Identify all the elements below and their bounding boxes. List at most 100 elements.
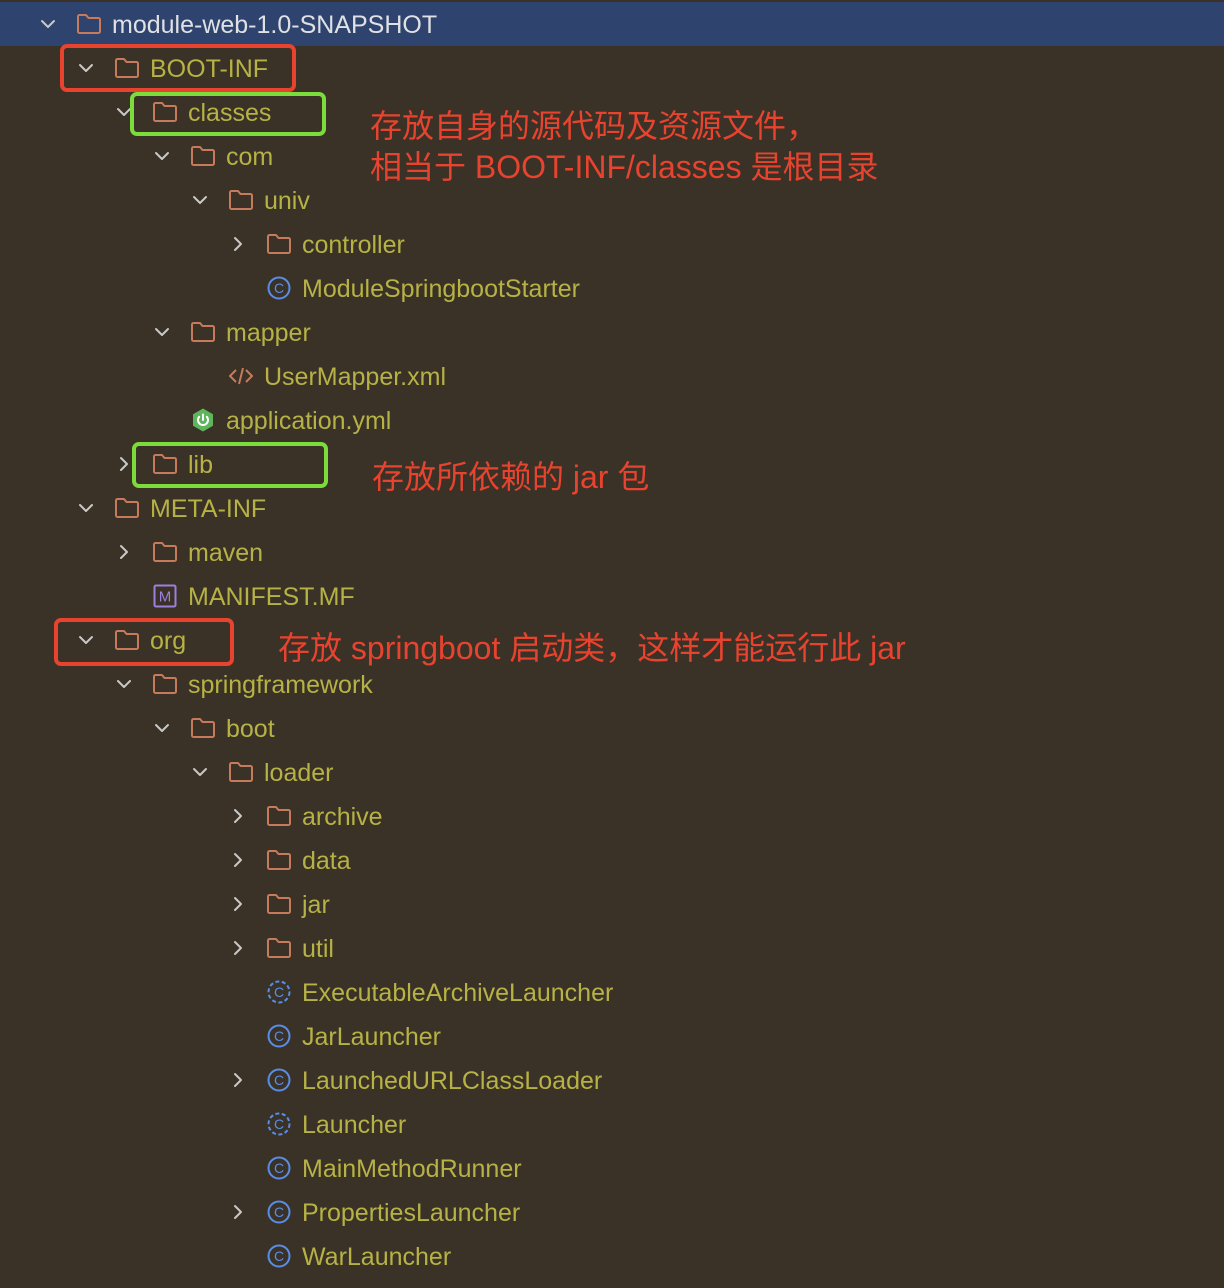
tree-row-executable-archive-launcher[interactable]: C ExecutableArchiveLauncher (0, 970, 1224, 1014)
class-icon: C (266, 276, 292, 300)
folder-icon (266, 936, 292, 960)
chevron-down-icon[interactable] (152, 322, 172, 342)
tree-row-util[interactable]: util (0, 926, 1224, 970)
tree-row-label: data (302, 847, 351, 875)
annotation-lib: 存放所依赖的 jar 包 (372, 459, 650, 495)
chevron-down-icon[interactable] (152, 718, 172, 738)
tree-row-label: mapper (226, 319, 311, 347)
chevron-right-icon[interactable] (228, 1202, 248, 1222)
tree-row-label: springframework (188, 671, 373, 699)
class-icon: C (266, 1200, 292, 1224)
tree-row-label: ModuleSpringbootStarter (302, 275, 580, 303)
chevron-down-icon[interactable] (190, 762, 210, 782)
highlight-box-org (54, 618, 234, 666)
tree-row-label: MANIFEST.MF (188, 583, 355, 611)
chevron-right-icon[interactable] (228, 234, 248, 254)
tree-row-main-method-runner[interactable]: C MainMethodRunner (0, 1146, 1224, 1190)
folder-icon (266, 232, 292, 256)
abstract-class-icon: C (266, 1112, 292, 1136)
folder-icon (228, 760, 254, 784)
abstract-class-icon: C (266, 980, 292, 1004)
tree-row-label: com (226, 143, 274, 171)
tree-row-jar-launcher[interactable]: C JarLauncher (0, 1014, 1224, 1058)
chevron-right-icon[interactable] (228, 850, 248, 870)
folder-icon (266, 892, 292, 916)
svg-text:C: C (274, 1160, 284, 1176)
chevron-right-icon[interactable] (114, 542, 134, 562)
annotation-classes-line1: 存放自身的源代码及资源文件， (370, 108, 819, 144)
svg-text:C: C (274, 1248, 284, 1264)
class-icon: C (266, 1068, 292, 1092)
class-icon: C (266, 1244, 292, 1268)
tree-row-mapper[interactable]: mapper (0, 310, 1224, 354)
tree-row-label: loader (264, 759, 334, 787)
tree-row-label: WarLauncher (302, 1243, 452, 1271)
tree-row-loader[interactable]: loader (0, 750, 1224, 794)
tree-row-manifest[interactable]: M MANIFEST.MF (0, 574, 1224, 618)
folder-icon (228, 188, 254, 212)
xml-icon (228, 364, 254, 388)
tree-row-label: jar (302, 891, 330, 919)
folder-icon (152, 540, 178, 564)
class-icon: C (266, 1024, 292, 1048)
tree-row-label: univ (264, 187, 310, 215)
chevron-right-icon[interactable] (228, 938, 248, 958)
svg-text:C: C (274, 1072, 284, 1088)
tree-row-label: module-web-1.0-SNAPSHOT (112, 11, 438, 39)
chevron-down-icon[interactable] (190, 190, 210, 210)
chevron-right-icon[interactable] (114, 454, 134, 474)
chevron-right-icon[interactable] (228, 1070, 248, 1090)
tree-row-label: Launcher (302, 1111, 407, 1139)
chevron-down-icon[interactable] (114, 674, 134, 694)
chevron-down-icon[interactable] (38, 14, 58, 34)
tree-row-label: META-INF (150, 495, 267, 523)
svg-text:C: C (274, 1028, 284, 1044)
tree-row-label: boot (226, 715, 275, 743)
tree-row-label: util (302, 935, 334, 963)
tree-row-label: JarLauncher (302, 1023, 441, 1051)
chevron-down-icon[interactable] (76, 498, 96, 518)
tree-row-label: controller (302, 231, 405, 259)
svg-text:C: C (274, 1116, 284, 1132)
tree-row-maven[interactable]: maven (0, 530, 1224, 574)
folder-icon (76, 12, 102, 36)
folder-icon (190, 144, 216, 168)
tree-row-root[interactable]: module-web-1.0-SNAPSHOT (0, 2, 1224, 46)
tree-row-jar[interactable]: jar (0, 882, 1224, 926)
tree-row-war-launcher[interactable]: C WarLauncher (0, 1234, 1224, 1278)
folder-icon (190, 320, 216, 344)
folder-icon (190, 716, 216, 740)
highlight-box-classes (130, 92, 326, 136)
folder-icon (266, 848, 292, 872)
tree-row-label: archive (302, 803, 383, 831)
tree-row-archive[interactable]: archive (0, 794, 1224, 838)
tree-row-application-yml[interactable]: application.yml (0, 398, 1224, 442)
tree-row-label: ExecutableArchiveLauncher (302, 979, 614, 1007)
tree-row-label: PropertiesLauncher (302, 1199, 521, 1227)
tree-row-label: LaunchedURLClassLoader (302, 1067, 603, 1095)
svg-text:M: M (159, 589, 172, 606)
highlight-box-boot-inf (60, 44, 296, 92)
tree-row-data[interactable]: data (0, 838, 1224, 882)
tree-row-launcher[interactable]: C Launcher (0, 1102, 1224, 1146)
tree-row-label: application.yml (226, 407, 392, 435)
annotation-org: 存放 springboot 启动类，这样才能运行此 jar (278, 630, 906, 666)
chevron-right-icon[interactable] (228, 894, 248, 914)
svg-text:C: C (274, 280, 284, 296)
tree-row-module-springboot-starter[interactable]: C ModuleSpringbootStarter (0, 266, 1224, 310)
tree-row-controller[interactable]: controller (0, 222, 1224, 266)
folder-icon (152, 672, 178, 696)
chevron-right-icon[interactable] (228, 806, 248, 826)
highlight-box-lib (132, 442, 328, 488)
tree-row-label: maven (188, 539, 264, 567)
tree-row-label: UserMapper.xml (264, 363, 446, 391)
svg-text:C: C (274, 1204, 284, 1220)
folder-icon (266, 804, 292, 828)
tree-row-boot[interactable]: boot (0, 706, 1224, 750)
tree-row-properties-launcher[interactable]: C PropertiesLauncher (0, 1190, 1224, 1234)
tree-row-launched-url-class-loader[interactable]: C LaunchedURLClassLoader (0, 1058, 1224, 1102)
tree-row-user-mapper-xml[interactable]: UserMapper.xml (0, 354, 1224, 398)
annotation-classes-line2: 相当于 BOOT-INF/classes 是根目录 (370, 149, 879, 185)
chevron-down-icon[interactable] (152, 146, 172, 166)
svg-text:C: C (274, 984, 284, 1000)
